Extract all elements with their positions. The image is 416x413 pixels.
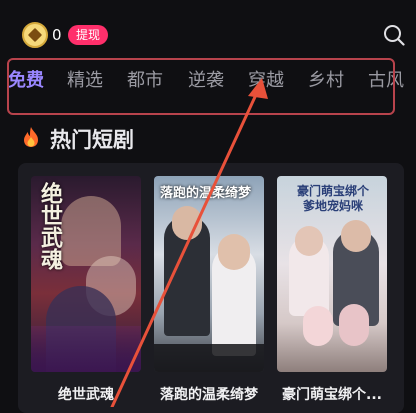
drama-card[interactable]: 绝世武魂 绝世武魂 [31,176,141,403]
search-icon[interactable] [383,24,405,46]
drama-card[interactable]: 豪门萌宝绑个爹地宠妈咪 豪门萌宝绑个... [277,176,387,403]
withdraw-button[interactable]: 提现 [68,25,109,45]
coin-icon[interactable] [22,22,48,48]
drama-title: 落跑的温柔绮梦 [160,387,258,403]
poster-title-text: 落跑的温柔绮梦 [160,186,252,201]
tabs-highlight-box [7,58,395,115]
drama-poster[interactable]: 绝世武魂 [31,176,141,372]
section-title: 热门短剧 [50,128,134,152]
drama-poster[interactable]: 豪门萌宝绑个爹地宠妈咪 [277,176,387,372]
drama-title: 豪门萌宝绑个... [282,387,382,403]
poster-title-text: 绝世武魂 [37,182,62,270]
fire-icon [24,127,38,147]
coin-count: 0 [52,26,62,44]
drama-title: 绝世武魂 [58,387,114,403]
poster-title-text: 豪门萌宝绑个爹地宠妈咪 [296,184,369,213]
drama-card[interactable]: 落跑的温柔绮梦 落跑的温柔绮梦 [154,176,264,403]
drama-poster[interactable]: 落跑的温柔绮梦 [154,176,264,372]
